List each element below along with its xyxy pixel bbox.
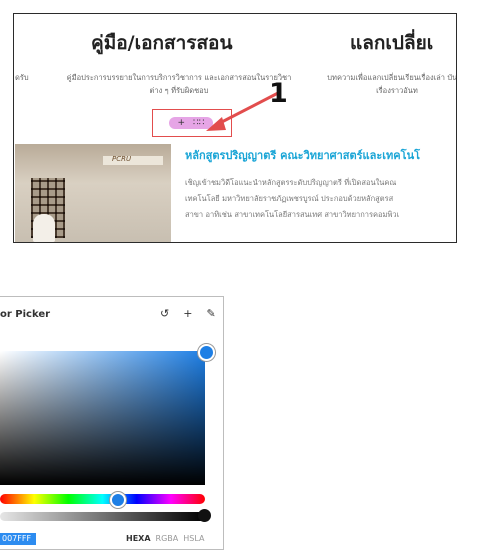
callout-number: 1	[269, 78, 288, 109]
color-picker-panel: or Picker ↺ + ✎ 007FFF HEXA RGBA HSLA	[0, 296, 224, 550]
alpha-slider[interactable]	[0, 512, 205, 521]
manual-documents-heading: คู่มือ/เอกสารสอน	[91, 32, 233, 54]
course-desc-line: เทคโนโลยี มหาวิทยาลัยราชภัฏเพชรบูรณ์ ประ…	[185, 194, 394, 203]
format-hexa[interactable]: HEXA	[126, 534, 151, 543]
saturation-handle[interactable]	[198, 344, 215, 361]
color-format-tabs: HEXA RGBA HSLA	[126, 534, 204, 543]
exchange-description: บทความเพื่อแลกเปลี่ยนเรียนเรื่องเล่า บัน…	[327, 73, 457, 95]
alpha-handle[interactable]	[198, 509, 211, 522]
course-video-thumbnail[interactable]: PCRU	[15, 144, 171, 242]
truncated-column-text: ดรับ	[15, 73, 29, 82]
color-picker-title: or Picker	[0, 309, 51, 320]
photo-sign-text: PCRU	[112, 155, 132, 163]
add-section-plus-icon[interactable]: +	[178, 118, 186, 128]
website-editor-screenshot: คู่มือ/เอกสารสอน แลกเปลี่ยเ ดรับ คู่มือป…	[13, 13, 457, 243]
course-title[interactable]: หลักสูตรปริญญาตรี คณะวิทยาศาสตร์และเทคโน…	[185, 146, 420, 164]
reset-icon[interactable]: ↺	[160, 307, 169, 320]
color-picker-toolbar: ↺ + ✎	[160, 307, 216, 320]
course-desc-line: สาขา อาทิเช่น สาขาเทคโนโลยีสารสนเทศ สาขา…	[185, 210, 400, 219]
hue-slider[interactable]	[0, 494, 205, 504]
hex-input[interactable]: 007FFF	[0, 533, 36, 545]
format-rgba[interactable]: RGBA	[156, 534, 179, 543]
add-icon[interactable]: +	[183, 307, 192, 320]
course-description: เชิญเข้าชมวิดีโอแนะนำหลักสูตรระดับปริญญา…	[185, 175, 399, 223]
format-hsla[interactable]: HSLA	[183, 534, 204, 543]
hue-handle[interactable]	[110, 492, 126, 508]
photo-person	[33, 214, 55, 242]
course-desc-line: เชิญเข้าชมวิดีโอแนะนำหลักสูตรระดับปริญญา…	[185, 178, 397, 187]
knowledge-exchange-heading: แลกเปลี่ยเ	[350, 32, 434, 54]
saturation-value-area[interactable]	[0, 351, 205, 485]
eyedropper-icon[interactable]: ✎	[206, 307, 215, 320]
